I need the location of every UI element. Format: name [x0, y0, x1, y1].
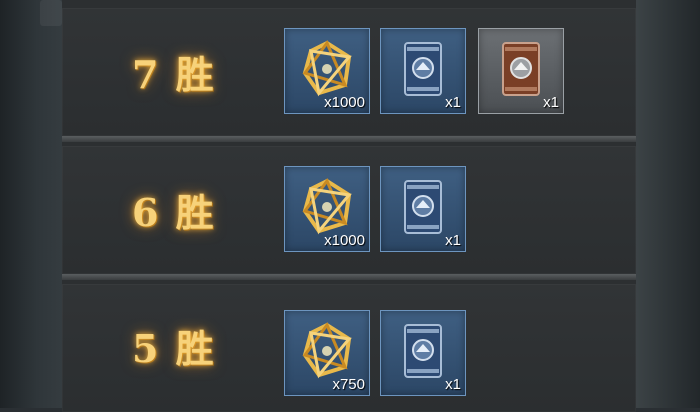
brown-book-icon: [502, 42, 540, 96]
gold-crystal-icon: [302, 39, 352, 97]
item-quantity: x1: [445, 376, 461, 393]
item-quantity: x1: [445, 94, 461, 111]
blue-book-icon: [404, 324, 442, 378]
win-rewards-list[interactable]: 7 胜 x1000 x1 x1 6 胜 x1000 x1 5 胜 x750 x1: [62, 0, 636, 412]
item-quantity: x1: [445, 232, 461, 249]
reward-slot-brown-book[interactable]: x1: [478, 28, 564, 114]
wins-label: 6 胜: [132, 190, 216, 235]
reward-row-6-wins: 6 胜 x1000 x1: [62, 146, 636, 280]
reward-row-7-wins: 7 胜 x1000 x1 x1: [62, 8, 636, 142]
blue-book-icon: [404, 180, 442, 234]
background-decoration: [40, 0, 62, 26]
gold-crystal-icon: [302, 177, 352, 235]
blue-book-icon: [404, 42, 442, 96]
item-quantity: x1000: [324, 232, 365, 249]
wins-label: 7 胜: [132, 52, 216, 97]
reward-slot-crystal[interactable]: x750: [284, 310, 370, 396]
reward-slot-blue-book[interactable]: x1: [380, 166, 466, 252]
reward-row-5-wins: 5 胜 x750 x1: [62, 284, 636, 412]
background-left-panel: [0, 0, 62, 408]
reward-slot-blue-book[interactable]: x1: [380, 28, 466, 114]
reward-slot-blue-book[interactable]: x1: [380, 310, 466, 396]
background-right-panel: [636, 0, 700, 408]
reward-slot-crystal[interactable]: x1000: [284, 166, 370, 252]
wins-label: 5 胜: [132, 326, 216, 371]
item-quantity: x1: [543, 94, 559, 111]
reward-slot-crystal[interactable]: x1000: [284, 28, 370, 114]
item-quantity: x1000: [324, 94, 365, 111]
gold-crystal-icon: [302, 321, 352, 379]
item-quantity: x750: [332, 376, 365, 393]
